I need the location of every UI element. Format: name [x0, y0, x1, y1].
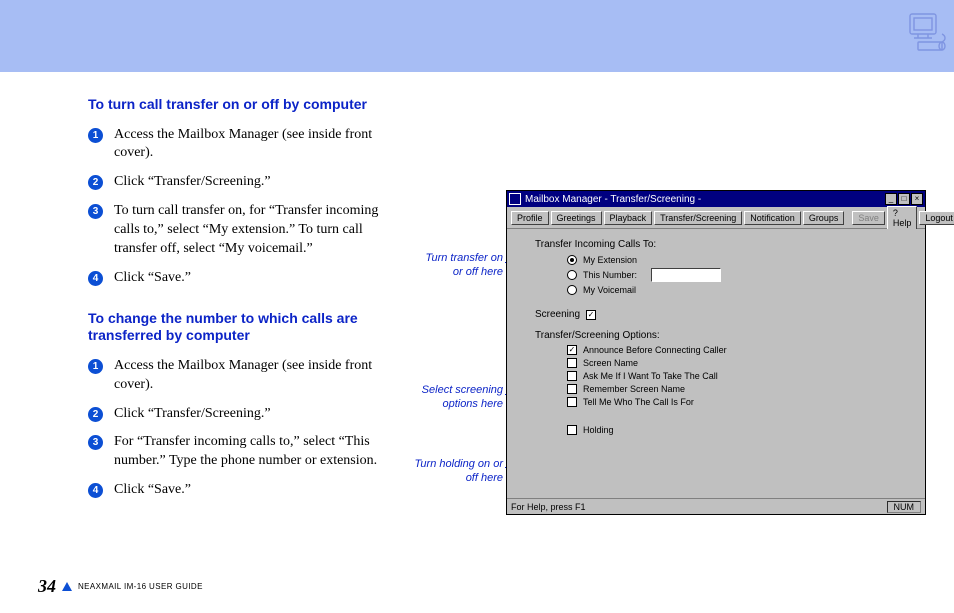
toolbar-groups[interactable]: Groups — [803, 211, 845, 225]
minimize-button[interactable]: _ — [885, 193, 897, 205]
steps-list-1: 1 Access the Mailbox Manager (see inside … — [88, 126, 398, 288]
list-item: 3 To turn call transfer on, for “Transfer… — [88, 202, 398, 259]
checkbox-icon — [567, 384, 577, 394]
radio-my-voicemail[interactable]: My Voicemail — [567, 285, 911, 295]
list-item: 2 Click “Transfer/Screening.” — [88, 405, 398, 424]
radio-label: This Number: — [583, 270, 637, 280]
status-help-text: For Help, press F1 — [511, 502, 586, 512]
callout-transfer: Turn transfer on or off here — [413, 252, 503, 280]
check-announce[interactable]: ✓ Announce Before Connecting Caller — [567, 345, 911, 355]
callout-holding: Turn holding on or off here — [413, 458, 503, 486]
section-heading-2: To change the number to which calls are … — [88, 310, 398, 345]
step-text: Click “Transfer/Screening.” — [114, 174, 271, 189]
check-label: Announce Before Connecting Caller — [583, 345, 727, 355]
triangle-icon — [62, 582, 72, 591]
system-menu-icon[interactable] — [509, 193, 521, 205]
list-item: 2 Click “Transfer/Screening.” — [88, 173, 398, 192]
radio-label: My Voicemail — [583, 285, 636, 295]
section-heading-1: To turn call transfer on or off by compu… — [88, 96, 398, 114]
radio-this-number[interactable]: This Number: — [567, 268, 911, 282]
radio-icon — [567, 270, 577, 280]
screening-label: Screening — [535, 309, 580, 320]
toolbar-help[interactable]: ? Help — [887, 206, 918, 230]
app-screenshot: Mailbox Manager - Transfer/Screening - _… — [506, 190, 926, 515]
check-ask[interactable]: Ask Me If I Want To Take The Call — [567, 371, 911, 381]
status-num-indicator: NUM — [887, 501, 922, 513]
phone-number-input[interactable] — [651, 268, 721, 282]
check-screen-name[interactable]: Screen Name — [567, 358, 911, 368]
page-number: 34 — [38, 576, 56, 597]
list-item: 4 Click “Save.” — [88, 481, 398, 500]
check-label: Screen Name — [583, 358, 638, 368]
step-text: Click “Save.” — [114, 270, 191, 285]
steps-list-2: 1 Access the Mailbox Manager (see inside … — [88, 357, 398, 500]
radio-label: My Extension — [583, 255, 637, 265]
check-tell[interactable]: Tell Me Who The Call Is For — [567, 397, 911, 407]
check-label: Tell Me Who The Call Is For — [583, 397, 694, 407]
check-label: Holding — [583, 425, 614, 435]
radio-icon — [567, 285, 577, 295]
radio-icon — [567, 255, 577, 265]
step-text: Click “Transfer/Screening.” — [114, 406, 271, 421]
step-badge: 4 — [88, 271, 103, 286]
step-text: Click “Save.” — [114, 482, 191, 497]
toolbar-greetings[interactable]: Greetings — [551, 211, 602, 225]
page-footer: 34 NEAXMAIL IM-16 USER GUIDE — [38, 576, 203, 597]
step-text: To turn call transfer on, for “Transfer … — [114, 203, 378, 256]
checkbox-icon — [567, 397, 577, 407]
checkbox-icon: ✓ — [567, 345, 577, 355]
form-body: Transfer Incoming Calls To: My Extension… — [507, 229, 925, 499]
toolbar: Profile Greetings Playback Transfer/Scre… — [507, 207, 925, 229]
step-text: Access the Mailbox Manager (see inside f… — [114, 127, 372, 161]
checkbox-icon — [567, 371, 577, 381]
toolbar-transfer[interactable]: Transfer/Screening — [654, 211, 742, 225]
step-text: Access the Mailbox Manager (see inside f… — [114, 358, 372, 392]
screening-toggle[interactable]: Screening ✓ — [535, 309, 911, 320]
list-item: 1 Access the Mailbox Manager (see inside … — [88, 357, 398, 395]
toolbar-playback[interactable]: Playback — [604, 211, 653, 225]
step-badge: 1 — [88, 359, 103, 374]
window-title: Mailbox Manager - Transfer/Screening - — [525, 194, 701, 205]
label-options: Transfer/Screening Options: — [535, 330, 911, 341]
callout-screening: Select screening options here — [413, 384, 503, 412]
list-item: 1 Access the Mailbox Manager (see inside … — [88, 126, 398, 164]
window-titlebar: Mailbox Manager - Transfer/Screening - _… — [507, 191, 925, 207]
step-badge: 3 — [88, 204, 103, 219]
checkbox-icon — [567, 358, 577, 368]
check-label: Remember Screen Name — [583, 384, 685, 394]
check-holding[interactable]: Holding — [567, 425, 911, 435]
label-transfer-to: Transfer Incoming Calls To: — [535, 239, 911, 250]
instruction-column: To turn call transfer on or off by compu… — [88, 96, 398, 522]
checkbox-icon — [567, 425, 577, 435]
check-remember[interactable]: Remember Screen Name — [567, 384, 911, 394]
step-badge: 2 — [88, 175, 103, 190]
step-badge: 2 — [88, 407, 103, 422]
toolbar-profile[interactable]: Profile — [511, 211, 549, 225]
toolbar-logout[interactable]: Logout — [919, 211, 954, 225]
step-text: For “Transfer incoming calls to,” select… — [114, 434, 377, 468]
close-button[interactable]: × — [911, 193, 923, 205]
guide-title: NEAXMAIL IM-16 USER GUIDE — [78, 582, 203, 591]
checkbox-icon: ✓ — [586, 310, 596, 320]
list-item: 4 Click “Save.” — [88, 269, 398, 288]
computer-icon — [904, 10, 948, 54]
maximize-button[interactable]: □ — [898, 193, 910, 205]
toolbar-save[interactable]: Save — [852, 211, 885, 225]
header-banner — [0, 0, 954, 72]
toolbar-notification[interactable]: Notification — [744, 211, 801, 225]
check-label: Ask Me If I Want To Take The Call — [583, 371, 718, 381]
radio-my-extension[interactable]: My Extension — [567, 255, 911, 265]
step-badge: 1 — [88, 128, 103, 143]
step-badge: 3 — [88, 435, 103, 450]
status-bar: For Help, press F1 NUM — [507, 498, 925, 514]
list-item: 3 For “Transfer incoming calls to,” selec… — [88, 433, 398, 471]
step-badge: 4 — [88, 483, 103, 498]
